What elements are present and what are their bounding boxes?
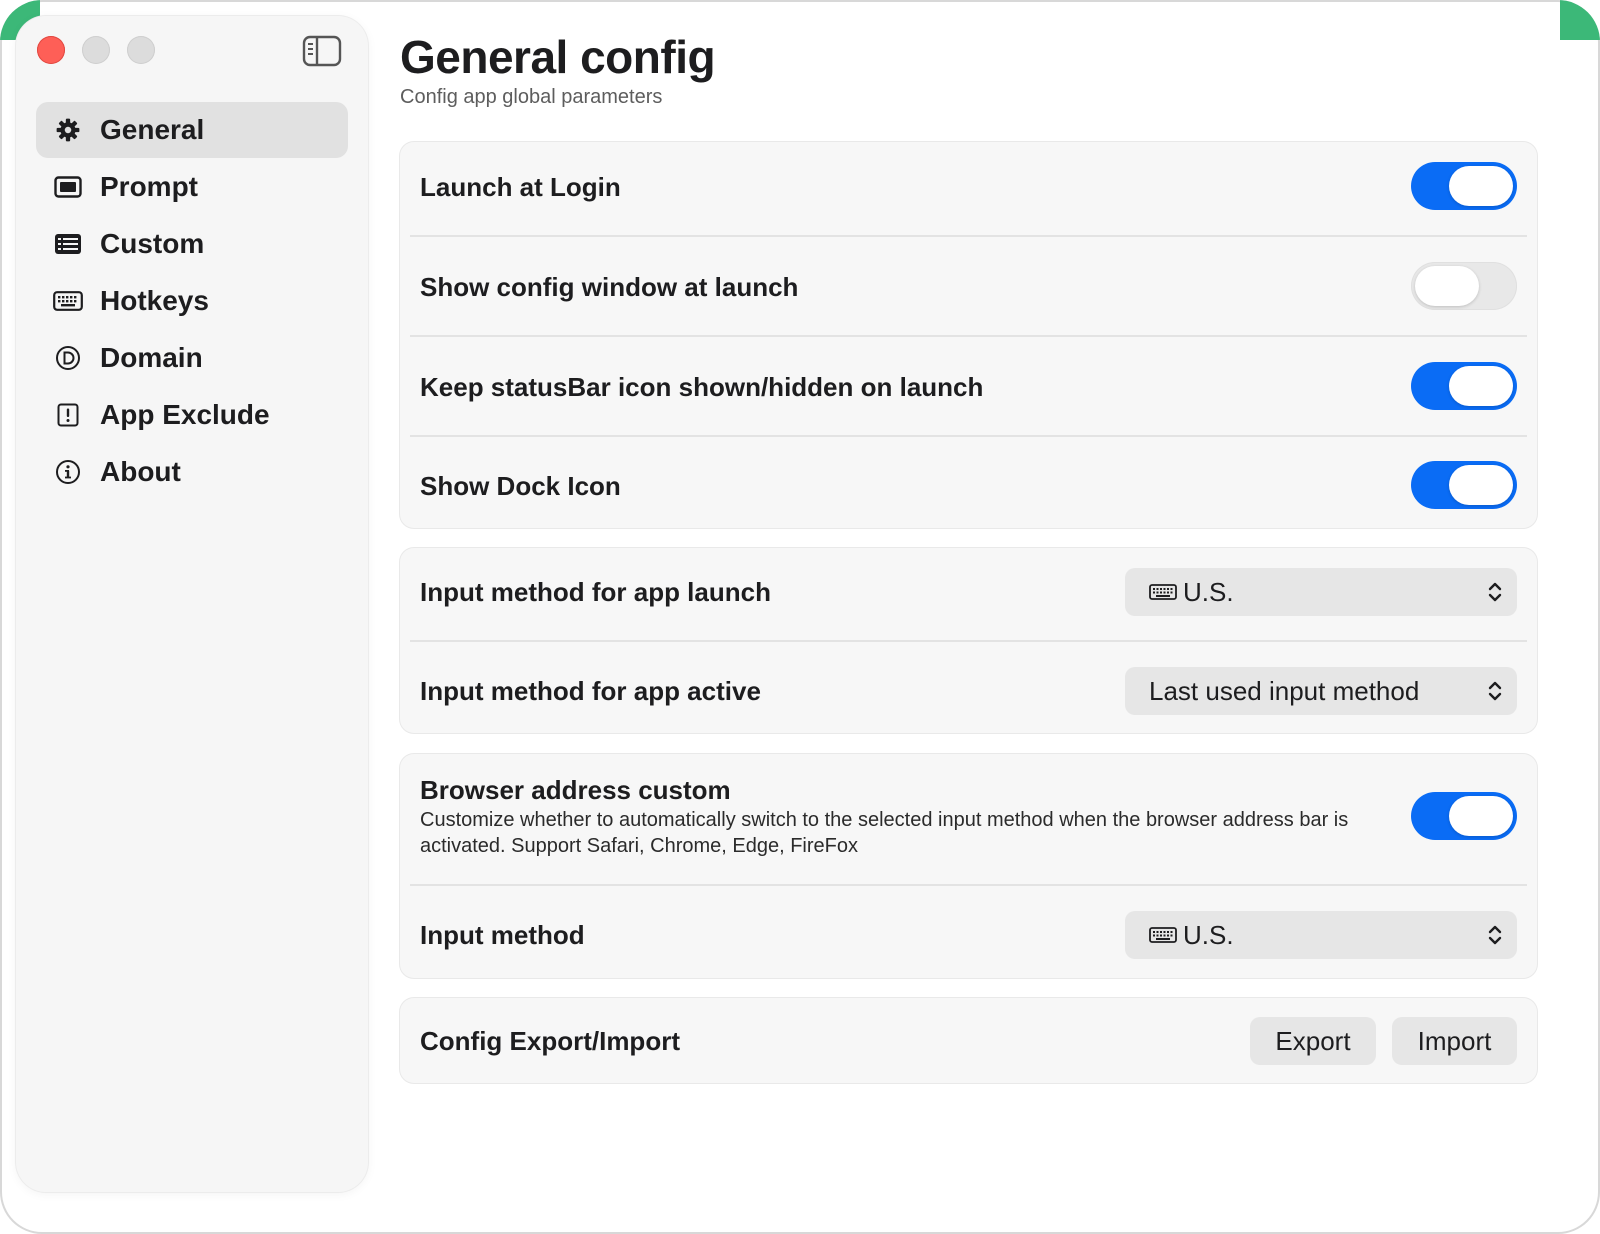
browser-input-method-select[interactable]: U.S. [1125, 911, 1517, 959]
select-value: Last used input method [1149, 675, 1420, 706]
sidebar-item-label: Domain [100, 342, 203, 373]
zoom-window-button[interactable] [127, 36, 155, 64]
keep-statusbar-icon-toggle[interactable] [1411, 362, 1517, 410]
export-button[interactable]: Export [1250, 1017, 1376, 1065]
config-export-import-label: Config Export/Import [420, 1026, 680, 1056]
import-button[interactable]: Import [1392, 1017, 1517, 1065]
desktop-corner [1560, 0, 1600, 40]
sidebar-item-general[interactable]: General [36, 102, 348, 158]
sidebar-nav: General Prompt Custom Hotkeys Domain App… [36, 102, 348, 501]
chevron-up-down-icon [1488, 681, 1502, 701]
config-export-import-card: Config Export/Import Export Import [400, 998, 1537, 1083]
show-config-window-toggle[interactable] [1411, 262, 1517, 310]
show-dock-icon-row: Show Dock Icon [400, 435, 1537, 528]
sidebar-item-domain[interactable]: Domain [36, 330, 348, 386]
sidebar-item-label: Hotkeys [100, 285, 209, 316]
browser-address-custom-toggle[interactable] [1411, 792, 1517, 840]
launch-at-login-label: Launch at Login [420, 172, 621, 202]
sidebar-item-hotkeys[interactable]: Hotkeys [36, 273, 348, 329]
circle-d-icon [36, 345, 100, 371]
browser-input-method-label: Input method [420, 920, 585, 950]
sidebar-item-label: Custom [100, 228, 205, 259]
exclamation-square-icon [36, 403, 100, 427]
browser-address-custom-label: Browser address custom [420, 775, 731, 805]
show-config-window-label: Show config window at launch [420, 272, 799, 302]
gear-icon [36, 117, 100, 143]
chevron-up-down-icon [1488, 925, 1502, 945]
sidebar-item-label: Prompt [100, 171, 198, 202]
sidebar-item-custom[interactable]: Custom [36, 216, 348, 272]
page-title: General config [400, 31, 716, 83]
page-subtitle: Config app global parameters [400, 86, 663, 108]
chevron-up-down-icon [1488, 582, 1502, 602]
input-method-app-active-row: Input method for app active Last used in… [400, 640, 1537, 733]
sidebar-item-label: About [100, 456, 181, 487]
close-window-button[interactable] [37, 36, 65, 64]
browser-input-method-row: Input method U.S. [400, 884, 1537, 978]
browser-address-custom-row: Browser address custom Customize whether… [400, 754, 1537, 884]
sidebar-item-label: General [100, 114, 205, 145]
sidebar-item-app-exclude[interactable]: App Exclude [36, 387, 348, 443]
browser-address-custom-description: Customize whether to automatically switc… [420, 809, 1349, 857]
browser-address-card: Browser address custom Customize whether… [400, 754, 1537, 978]
input-method-app-active-select[interactable]: Last used input method [1125, 667, 1517, 715]
input-method-app-launch-label: Input method for app launch [420, 577, 771, 607]
keyboard-icon [1149, 927, 1177, 943]
input-method-app-launch-row: Input method for app launch U.S. [400, 548, 1537, 640]
show-dock-icon-toggle[interactable] [1411, 461, 1517, 509]
sidebar-item-label: App Exclude [100, 399, 270, 430]
app-window: General Prompt Custom Hotkeys Domain App… [0, 0, 1600, 1234]
launch-at-login-row: Launch at Login [400, 142, 1537, 235]
select-value: U.S. [1183, 919, 1234, 950]
sidebar-left-icon[interactable] [302, 35, 342, 67]
select-value: U.S. [1183, 576, 1234, 607]
input-method-card: Input method for app launch U.S. Input m… [400, 548, 1537, 733]
minimize-window-button[interactable] [82, 36, 110, 64]
display-icon [36, 176, 100, 198]
config-export-import-row: Config Export/Import Export Import [400, 998, 1537, 1083]
launch-settings-card: Launch at Login Show config window at la… [400, 142, 1537, 528]
keyboard-icon [36, 291, 100, 311]
sidebar-item-about[interactable]: About [36, 444, 348, 500]
keep-statusbar-icon-label: Keep statusBar icon shown/hidden on laun… [420, 372, 984, 402]
show-config-window-row: Show config window at launch [400, 235, 1537, 335]
keep-statusbar-icon-row: Keep statusBar icon shown/hidden on laun… [400, 335, 1537, 435]
input-method-app-active-label: Input method for app active [420, 676, 761, 706]
sidebar-item-prompt[interactable]: Prompt [36, 159, 348, 215]
show-dock-icon-label: Show Dock Icon [420, 471, 621, 501]
input-method-app-launch-select[interactable]: U.S. [1125, 568, 1517, 616]
launch-at-login-toggle[interactable] [1411, 162, 1517, 210]
info-circle-icon [36, 459, 100, 485]
keyboard-icon [1149, 584, 1177, 600]
list-rectangle-icon [36, 233, 100, 255]
